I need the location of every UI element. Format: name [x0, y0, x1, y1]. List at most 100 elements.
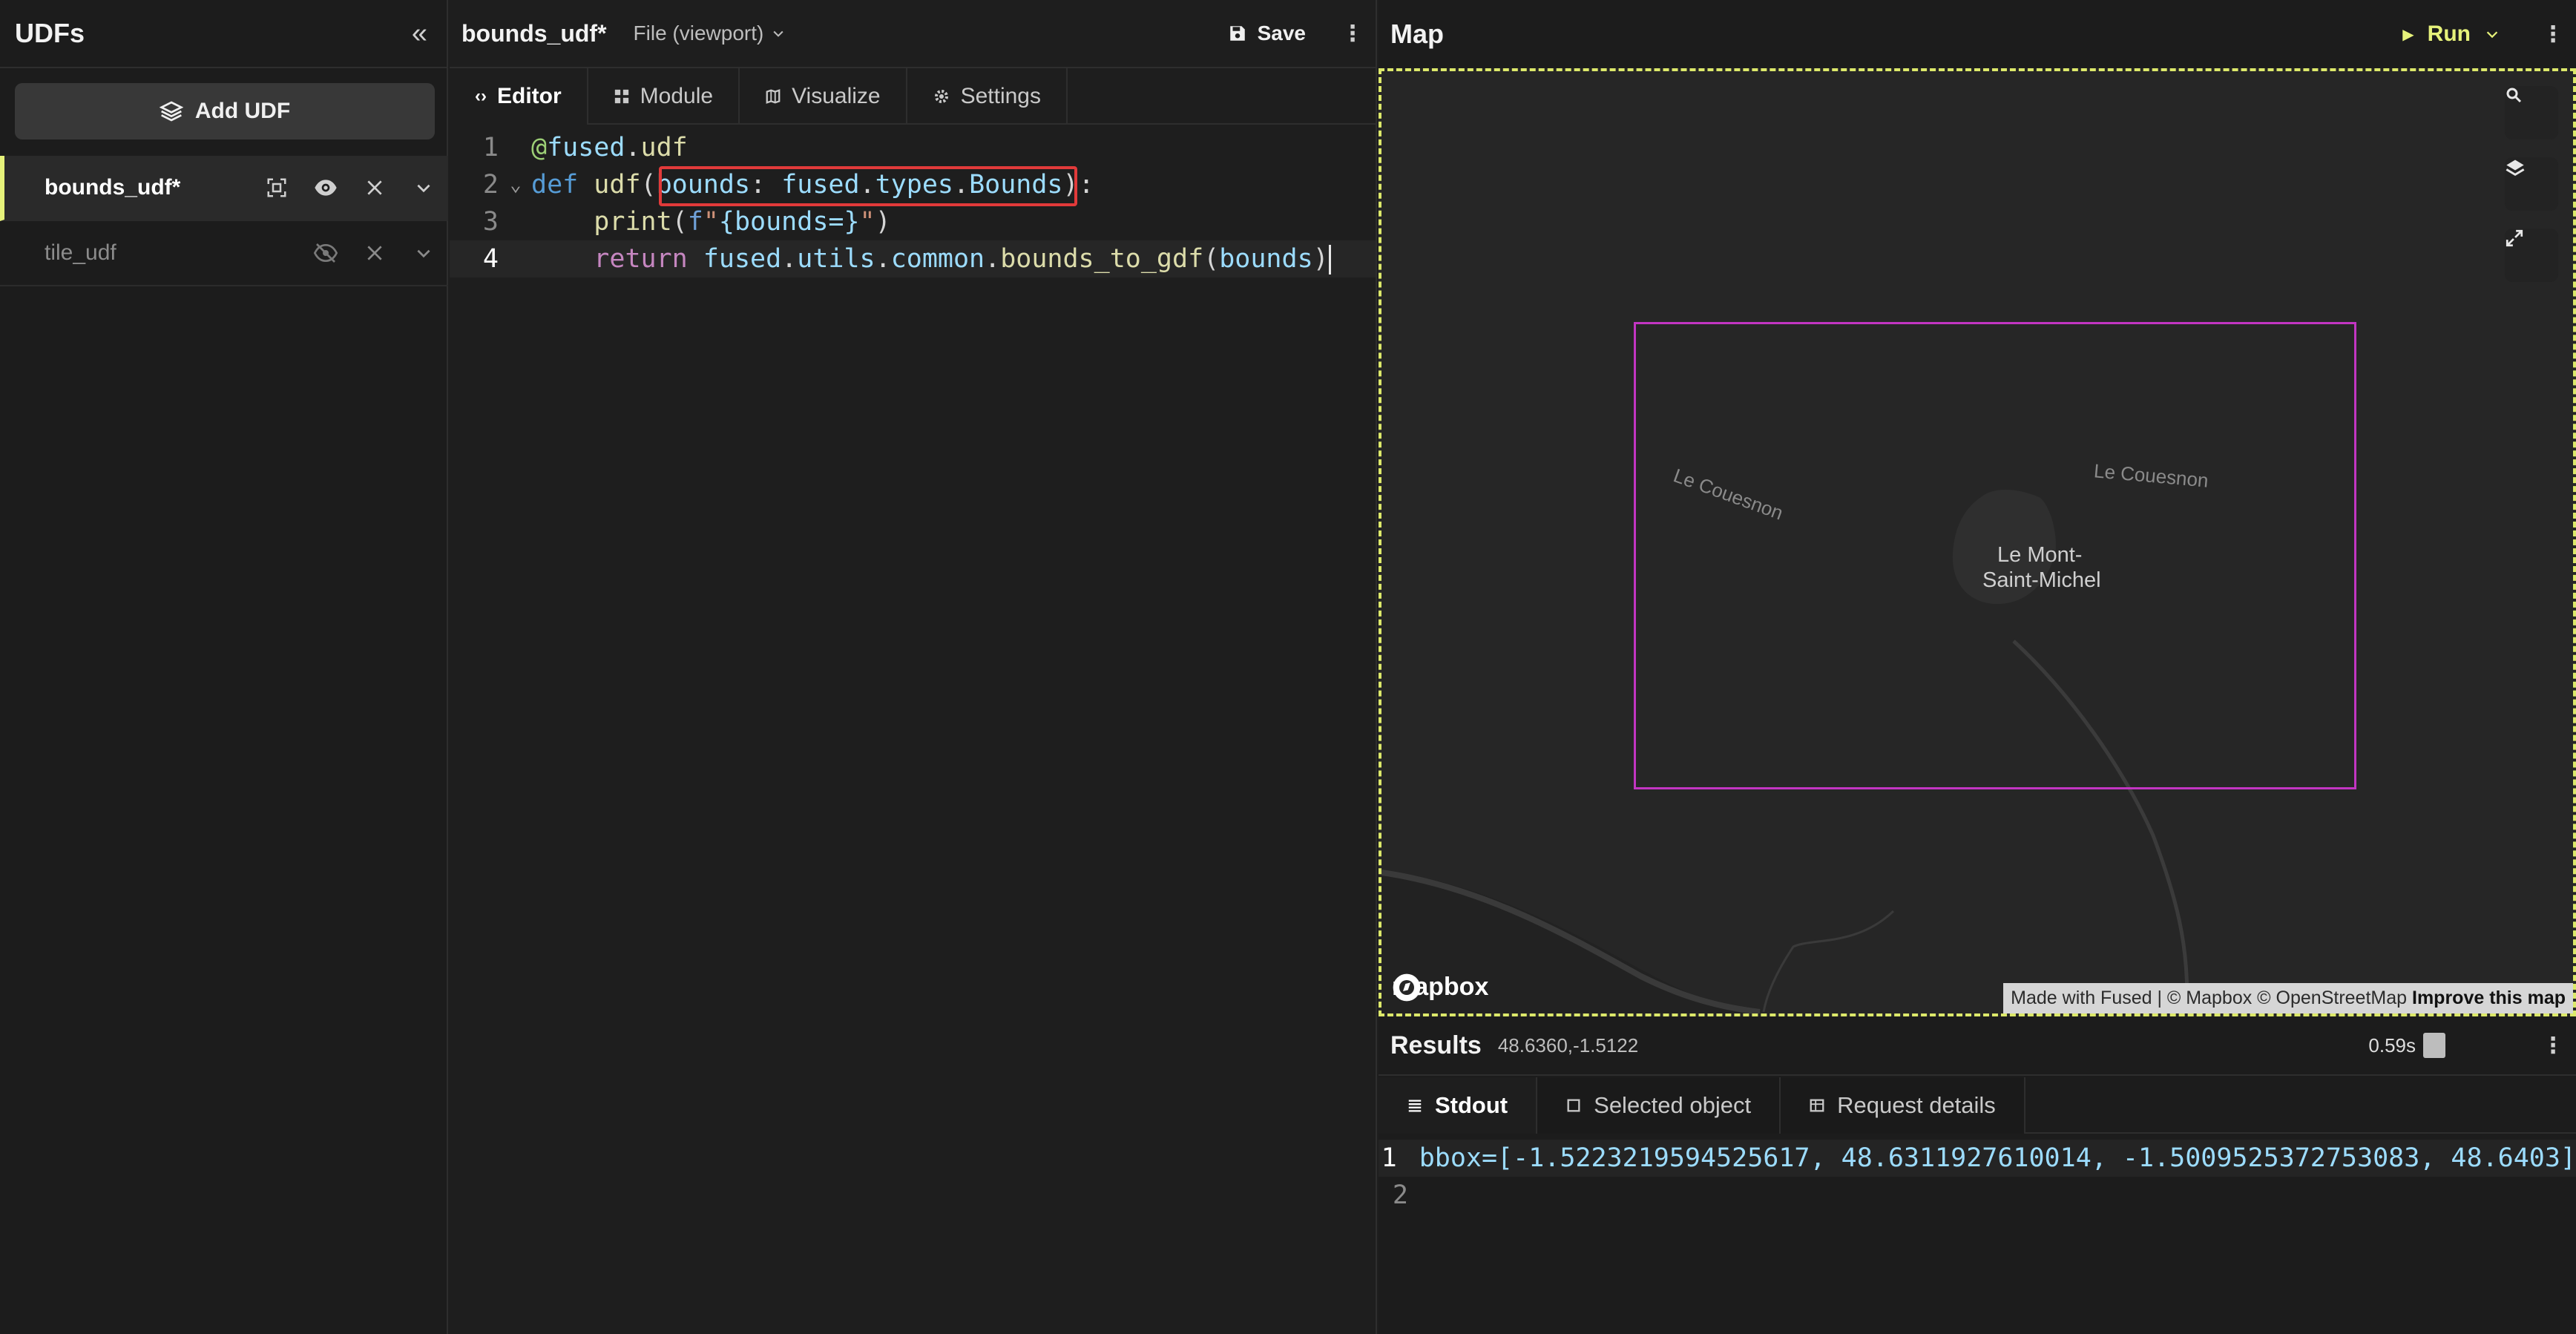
- stdout-text: bbox=[-1.5223219594525617, 48.6311927610…: [1419, 1143, 2576, 1173]
- tab-editor[interactable]: ‹› Editor: [450, 68, 588, 125]
- map-search-button[interactable]: [2505, 86, 2558, 139]
- map-header: Map ▶ Run ⋮: [1379, 0, 2576, 68]
- eye-icon[interactable]: [301, 176, 350, 200]
- map-icon: [766, 89, 781, 104]
- run-button[interactable]: ▶ Run: [2402, 22, 2500, 47]
- tab-label: Stdout: [1435, 1092, 1508, 1118]
- line-number: 2: [482, 170, 499, 200]
- table-icon: [1810, 1099, 1824, 1112]
- add-udf-label: Add UDF: [194, 99, 291, 123]
- attribution-copyright[interactable]: | © Mapbox © OpenStreetMap: [2157, 988, 2407, 1008]
- code-line: 2 ⌄ def udf(bounds: fused.types.Bounds):: [450, 166, 1376, 206]
- code-text: @fused.udf: [531, 133, 688, 162]
- stdout-line: 2: [1379, 1177, 2576, 1214]
- status-square-icon: [2423, 1033, 2445, 1058]
- run-time: 0.59s: [2368, 1033, 2445, 1058]
- tab-label: Settings: [960, 84, 1041, 108]
- code-editor[interactable]: 1 @fused.udf 2 ⌄ def udf(bounds: fused.t…: [450, 129, 1376, 277]
- stdout-output[interactable]: 1 bbox=[-1.5223219594525617, 48.63119276…: [1379, 1140, 2576, 1214]
- results-title: Results: [1390, 1031, 1482, 1059]
- line-number: 4: [482, 244, 499, 274]
- tab-stdout[interactable]: Stdout: [1379, 1077, 1538, 1134]
- gear-icon: [934, 90, 948, 103]
- line-number: 3: [482, 207, 499, 237]
- stdout-line: 1 bbox=[-1.5223219594525617, 48.63119276…: [1379, 1140, 2576, 1177]
- tab-label: Editor: [496, 84, 562, 108]
- code-line: 1 @fused.udf: [450, 129, 1376, 166]
- sidebar-title: UDFs: [15, 18, 85, 48]
- chevron-down-icon: [2486, 31, 2498, 39]
- bounds-polygon[interactable]: [1634, 322, 2356, 789]
- tab-label: Selected object: [1594, 1092, 1752, 1118]
- code-text: return fused.utils.common.bounds_to_gdf(…: [531, 244, 1331, 275]
- udf-sidebar: UDFs « Add UDF bounds_udf* tile_udf: [0, 0, 448, 1334]
- grid-icon: [614, 89, 628, 104]
- layers-icon: [2506, 160, 2525, 177]
- code-line: 3 print(f"{bounds=}"): [450, 203, 1376, 240]
- chevron-down-icon[interactable]: [399, 178, 448, 197]
- add-udf-button[interactable]: Add UDF: [15, 83, 435, 139]
- results-tabs: Stdout Selected object Request details: [1379, 1077, 2576, 1134]
- sidebar-header: UDFs «: [0, 0, 447, 68]
- map-layers-button[interactable]: [2505, 157, 2558, 211]
- improve-map-link[interactable]: Improve this map: [2412, 988, 2566, 1008]
- list-icon: [1408, 1100, 1422, 1112]
- mapbox-logo-icon: [1393, 973, 1421, 1002]
- fold-chevron-icon[interactable]: ⌄: [500, 174, 531, 196]
- tab-settings[interactable]: Settings: [907, 68, 1068, 125]
- editor-file-name: bounds_udf*: [461, 19, 607, 47]
- udf-item-name: bounds_udf*: [45, 175, 181, 200]
- tab-label: Visualize: [792, 84, 881, 108]
- tab-request-details[interactable]: Request details: [1781, 1077, 2025, 1134]
- chevron-down-icon: [773, 30, 783, 37]
- eye-off-icon[interactable]: [301, 241, 350, 265]
- chevron-down-icon[interactable]: [399, 243, 448, 263]
- run-label: Run: [2427, 22, 2471, 46]
- save-label: Save: [1257, 22, 1306, 45]
- code-text: print(f"{bounds=}"): [594, 207, 891, 237]
- map-title: Map: [1390, 19, 1444, 49]
- attribution-made-with[interactable]: Made with Fused: [2011, 988, 2152, 1008]
- cursor-coordinates: 48.6360,-1.5122: [1497, 1034, 1639, 1057]
- code-line-current: 4 return fused.utils.common.bounds_to_gd…: [450, 240, 1376, 277]
- udf-item-tile[interactable]: tile_udf: [0, 221, 448, 286]
- line-number: 1: [1381, 1143, 1397, 1173]
- mapbox-logo[interactable]: mapbox: [1392, 973, 1488, 1002]
- zoom-to-extent-icon[interactable]: [252, 177, 301, 199]
- udf-mode-dropdown[interactable]: File (viewport): [634, 22, 1228, 45]
- tab-label: Request details: [1837, 1092, 1996, 1118]
- map-more-icon[interactable]: ⋮: [2542, 22, 2564, 47]
- udf-item-name: tile_udf: [45, 240, 116, 265]
- close-icon[interactable]: [350, 178, 399, 197]
- editor-tabs: ‹› Editor Module Visualize Settings: [450, 68, 1376, 125]
- line-number: 1: [482, 133, 499, 162]
- map-attribution: Made with Fused | © Mapbox © OpenStreetM…: [2003, 983, 2573, 1013]
- editor-header: bounds_udf* File (viewport) Save ⋮: [450, 0, 1376, 68]
- layers-icon: [159, 101, 183, 122]
- map-panel: Map ▶ Run ⋮ Le Couesnon Le Couesnon Le M…: [1379, 0, 2576, 1334]
- udf-mode-label: File (viewport): [633, 22, 764, 45]
- results-header: Results 48.6360,-1.5122 0.59s ⋮: [1379, 1016, 2576, 1076]
- tab-label: Module: [640, 84, 714, 108]
- save-button[interactable]: Save: [1228, 22, 1306, 45]
- collapse-sidebar-icon[interactable]: «: [412, 18, 427, 50]
- line-number: 2: [1392, 1180, 1408, 1210]
- code-icon: ‹›: [475, 86, 487, 106]
- square-icon: [1567, 1099, 1580, 1112]
- play-icon: ▶: [2402, 26, 2414, 43]
- tab-selected-object[interactable]: Selected object: [1537, 1077, 1781, 1134]
- udf-item-bounds[interactable]: bounds_udf*: [0, 156, 448, 221]
- editor-more-icon[interactable]: ⋮: [1341, 21, 1364, 47]
- code-highlight-box: [659, 166, 1077, 206]
- tab-module[interactable]: Module: [588, 68, 740, 125]
- text-caret: [1328, 244, 1331, 275]
- search-icon: [2506, 88, 2522, 103]
- editor-panel: bounds_udf* File (viewport) Save ⋮ ‹› Ed…: [450, 0, 1377, 1334]
- close-icon[interactable]: [350, 243, 399, 263]
- tab-visualize[interactable]: Visualize: [740, 68, 907, 125]
- results-more-icon[interactable]: ⋮: [2542, 1033, 2564, 1059]
- expand-icon: [2506, 229, 2523, 247]
- save-icon: [1229, 26, 1245, 41]
- map-fullscreen-button[interactable]: [2505, 229, 2558, 282]
- map-canvas[interactable]: Le Couesnon Le Couesnon Le Mont- Saint-M…: [1379, 68, 2576, 1016]
